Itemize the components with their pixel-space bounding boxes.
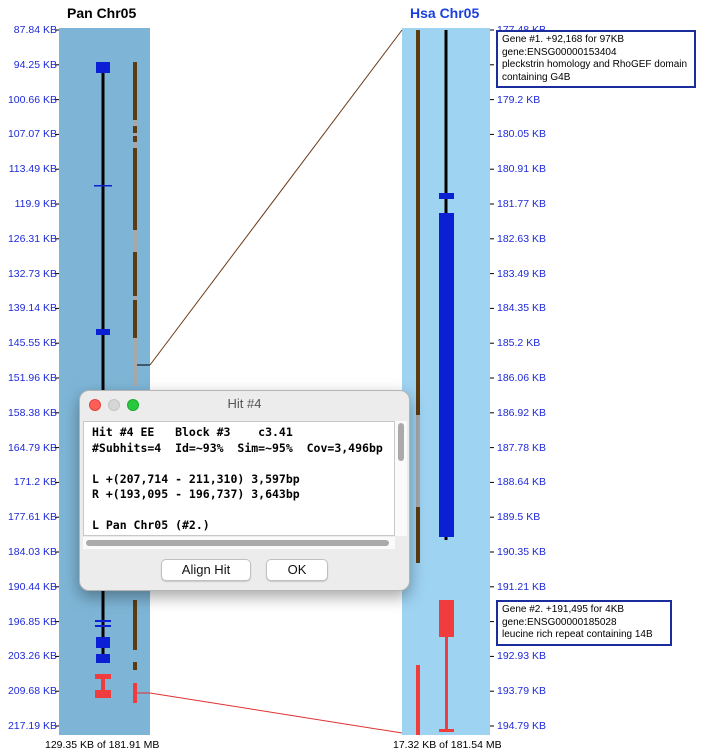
right-red-gene-box[interactable] — [439, 600, 454, 637]
left-hit-gap — [133, 296, 137, 300]
right-red-gene-stem[interactable] — [445, 637, 448, 730]
hit-detail-line: L Pan Chr05 (#2.) — [92, 518, 210, 532]
left-exon[interactable] — [96, 654, 110, 663]
right-exon[interactable] — [439, 193, 454, 199]
horizontal-scrollbar[interactable] — [83, 537, 395, 549]
hit-detail-line: ​ — [92, 503, 394, 519]
left-red-gene-base[interactable] — [95, 690, 111, 698]
right-red-gene-base[interactable] — [439, 729, 454, 732]
left-exon[interactable] — [95, 620, 111, 622]
gene-info-line: Gene #2. +191,495 for 4KB — [502, 604, 625, 615]
hit-details-text[interactable]: Hit #4 EE Block #3 c3.41 #Subhits=4 Id=~9… — [83, 421, 395, 536]
right-footer: 17.32 KB of 181.54 MB — [393, 739, 502, 751]
right-hit-red[interactable] — [416, 665, 420, 735]
left-hit-gap — [133, 338, 137, 386]
left-exon[interactable] — [95, 625, 111, 627]
left-hit-segment[interactable] — [133, 136, 137, 142]
hit-dialog: Hit #4 Hit #4 EE Block #3 c3.41 #Subhits=… — [79, 390, 410, 591]
hit-connector-bottom — [149, 692, 403, 734]
dialog-title: Hit #4 — [227, 396, 262, 411]
hit-detail-line: L +(207,714 - 211,310) 3,597bp — [92, 471, 300, 486]
left-hit-segment[interactable] — [133, 252, 137, 296]
gene-info-line: leucine rich repeat containing 14B — [502, 629, 653, 640]
ok-button[interactable]: OK — [266, 559, 328, 581]
hit-detail-line: ​ — [92, 456, 394, 472]
vertical-scrollbar[interactable] — [395, 421, 407, 536]
left-axis-ticks — [55, 29, 59, 727]
hit-detail-line: Hit #4 EE Block #3 c3.41 — [92, 425, 293, 439]
left-hit-gap — [133, 142, 137, 148]
left-hit-gap — [133, 230, 137, 252]
left-hit-segment[interactable] — [133, 600, 137, 650]
left-hit-segment[interactable] — [133, 148, 137, 230]
right-hit-gap — [416, 415, 420, 507]
vertical-scroll-thumb[interactable] — [398, 423, 404, 461]
left-hit-segment[interactable] — [133, 62, 137, 120]
hit-detail-line: #Subhits=4 Id=~93% Sim=~95% Cov=3,496bp — [92, 440, 383, 455]
right-axis-ticks — [490, 29, 494, 727]
gene-info-line: pleckstrin homology and RhoGEF domain — [502, 59, 688, 70]
gene-info-line: Gene #1. +92,168 for 97KB — [502, 34, 625, 45]
gene-info-line: gene:ENSG00000185028 — [502, 616, 617, 628]
right-hit-segment[interactable] — [416, 507, 420, 563]
left-hit-gap — [133, 120, 137, 126]
left-hit-segment[interactable] — [133, 126, 137, 133]
left-hit-segment[interactable] — [133, 300, 137, 338]
right-hit-segment[interactable] — [416, 30, 420, 415]
left-exon[interactable] — [96, 329, 110, 335]
left-hit-red[interactable] — [133, 683, 137, 703]
left-exon[interactable] — [94, 185, 112, 187]
left-hit-segment[interactable] — [133, 662, 137, 670]
hit-connector-top — [149, 29, 403, 366]
gene-info-line: gene:ENSG00000153404 — [502, 46, 617, 58]
gene-info-line: containing G4B — [502, 71, 571, 83]
left-exon[interactable] — [96, 62, 110, 73]
right-exon[interactable] — [439, 213, 454, 537]
horizontal-scroll-thumb[interactable] — [86, 540, 389, 546]
left-footer: 129.35 KB of 181.91 MB — [45, 739, 160, 751]
hit-detail-line: R +(193,095 - 196,737) 3,643bp — [92, 487, 300, 501]
align-hit-button[interactable]: Align Hit — [161, 559, 251, 581]
gene-info-box-1: Gene #1. +92,168 for 97KB gene:ENSG00000… — [496, 30, 696, 88]
gene-info-box-2: Gene #2. +191,495 for 4KB gene:ENSG00000… — [496, 600, 672, 646]
left-exon[interactable] — [96, 637, 110, 648]
left-hit-gap — [133, 133, 137, 136]
